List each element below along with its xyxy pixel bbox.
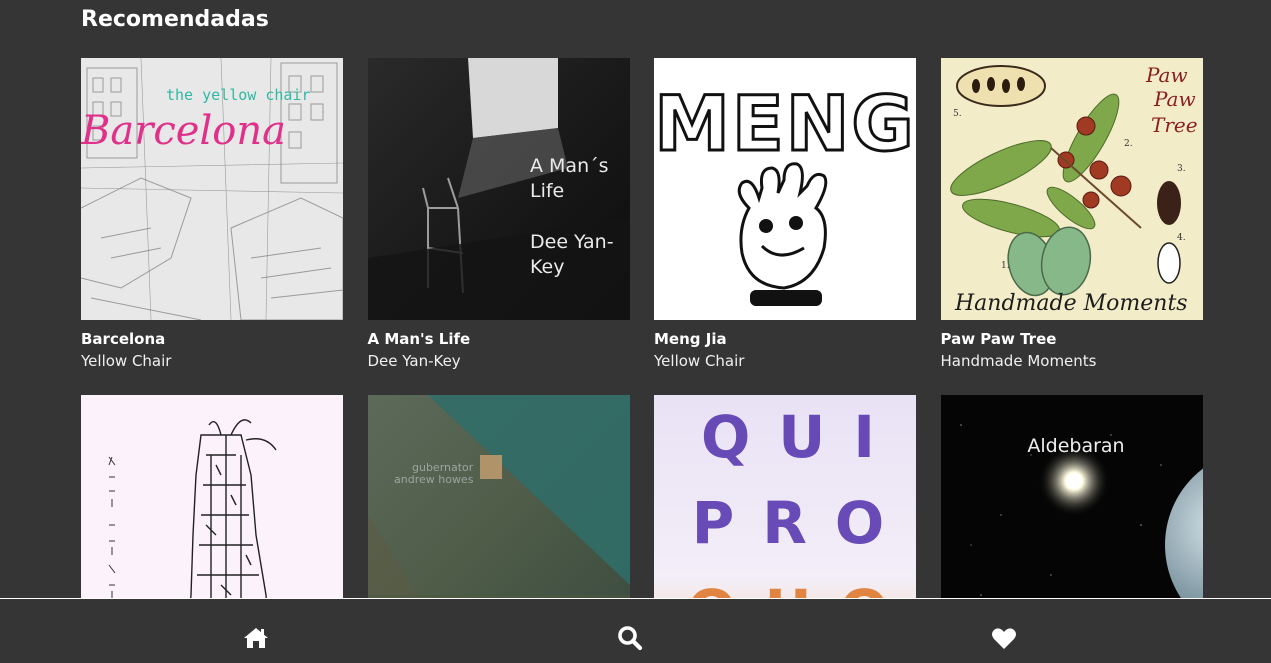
album-card[interactable] bbox=[81, 395, 343, 598]
album-cover[interactable]: Aldebaran bbox=[940, 395, 1203, 598]
album-title[interactable]: A Man's Life bbox=[368, 329, 630, 350]
album-cover[interactable] bbox=[81, 395, 343, 598]
cover-text: Key bbox=[530, 256, 564, 278]
album-cover[interactable]: MENG bbox=[654, 58, 916, 320]
cover-text: andrew howes bbox=[394, 473, 474, 486]
album-card[interactable]: MENG Meng Jia Yellow Chair bbox=[654, 58, 916, 373]
album-card[interactable]: Aldebaran bbox=[940, 395, 1203, 598]
cover-text: 2. bbox=[1124, 139, 1133, 149]
album-card[interactable]: Paw Paw Tree Handmade Moments 1. 2. 3. 4… bbox=[940, 58, 1203, 373]
cover-text: Life bbox=[530, 180, 564, 202]
cover-text: A Man´s bbox=[530, 155, 609, 177]
cover-text: the yellow chair bbox=[166, 86, 311, 104]
search-button[interactable] bbox=[615, 624, 645, 652]
section-title: Recomendadas bbox=[81, 7, 269, 32]
album-artist[interactable]: Yellow Chair bbox=[654, 350, 916, 373]
favorites-button[interactable] bbox=[989, 624, 1019, 652]
cover-text: QUO bbox=[687, 577, 916, 598]
cover-text: PRO bbox=[692, 489, 912, 557]
cover-text: 5. bbox=[953, 109, 962, 119]
cover-text: Paw bbox=[1153, 87, 1196, 111]
main-content: Recomendadas the yellow chair Barcelona … bbox=[0, 0, 1271, 598]
album-title[interactable]: Paw Paw Tree bbox=[941, 329, 1203, 350]
cover-text: Dee Yan- bbox=[530, 231, 614, 253]
album-title[interactable]: Meng Jia bbox=[654, 329, 916, 350]
album-cover[interactable]: QUI PRO QUO bbox=[654, 395, 916, 598]
cover-text: Barcelona bbox=[81, 108, 286, 154]
cover-text: Tree bbox=[1151, 113, 1198, 137]
album-card[interactable]: A Man´s Life Dee Yan- Key A Man's Life D… bbox=[367, 58, 630, 373]
album-card[interactable]: the yellow chair Barcelona Barcelona Yel… bbox=[81, 58, 343, 373]
album-cover[interactable]: A Man´s Life Dee Yan- Key bbox=[367, 58, 630, 320]
cover-text: 4. bbox=[1177, 233, 1186, 243]
bottom-nav bbox=[0, 598, 1271, 663]
album-artist[interactable]: Yellow Chair bbox=[81, 350, 343, 373]
album-cover[interactable]: gubernator andrew howes bbox=[367, 395, 630, 598]
album-cover[interactable]: the yellow chair Barcelona bbox=[81, 58, 343, 320]
album-cover[interactable]: Paw Paw Tree Handmade Moments 1. 2. 3. 4… bbox=[940, 58, 1203, 320]
heart-icon bbox=[991, 627, 1017, 650]
home-icon bbox=[243, 627, 269, 649]
cover-text: Handmade Moments bbox=[954, 291, 1188, 316]
album-card[interactable]: gubernator andrew howes bbox=[367, 395, 630, 598]
album-grid: the yellow chair Barcelona Barcelona Yel… bbox=[81, 58, 1203, 598]
home-button[interactable] bbox=[241, 624, 271, 652]
cover-text: MENG bbox=[654, 79, 916, 168]
album-artist[interactable]: Dee Yan-Key bbox=[368, 350, 630, 373]
cover-text: Aldebaran bbox=[1027, 435, 1124, 457]
cover-text: 1. bbox=[1001, 261, 1010, 271]
cover-text: Paw bbox=[1145, 63, 1188, 87]
cover-text: QUI bbox=[701, 403, 903, 471]
search-icon bbox=[617, 625, 643, 651]
cover-text: 3. bbox=[1177, 164, 1186, 174]
album-artist[interactable]: Handmade Moments bbox=[941, 350, 1203, 373]
album-title[interactable]: Barcelona bbox=[81, 329, 343, 350]
album-card[interactable]: QUI PRO QUO bbox=[654, 395, 916, 598]
